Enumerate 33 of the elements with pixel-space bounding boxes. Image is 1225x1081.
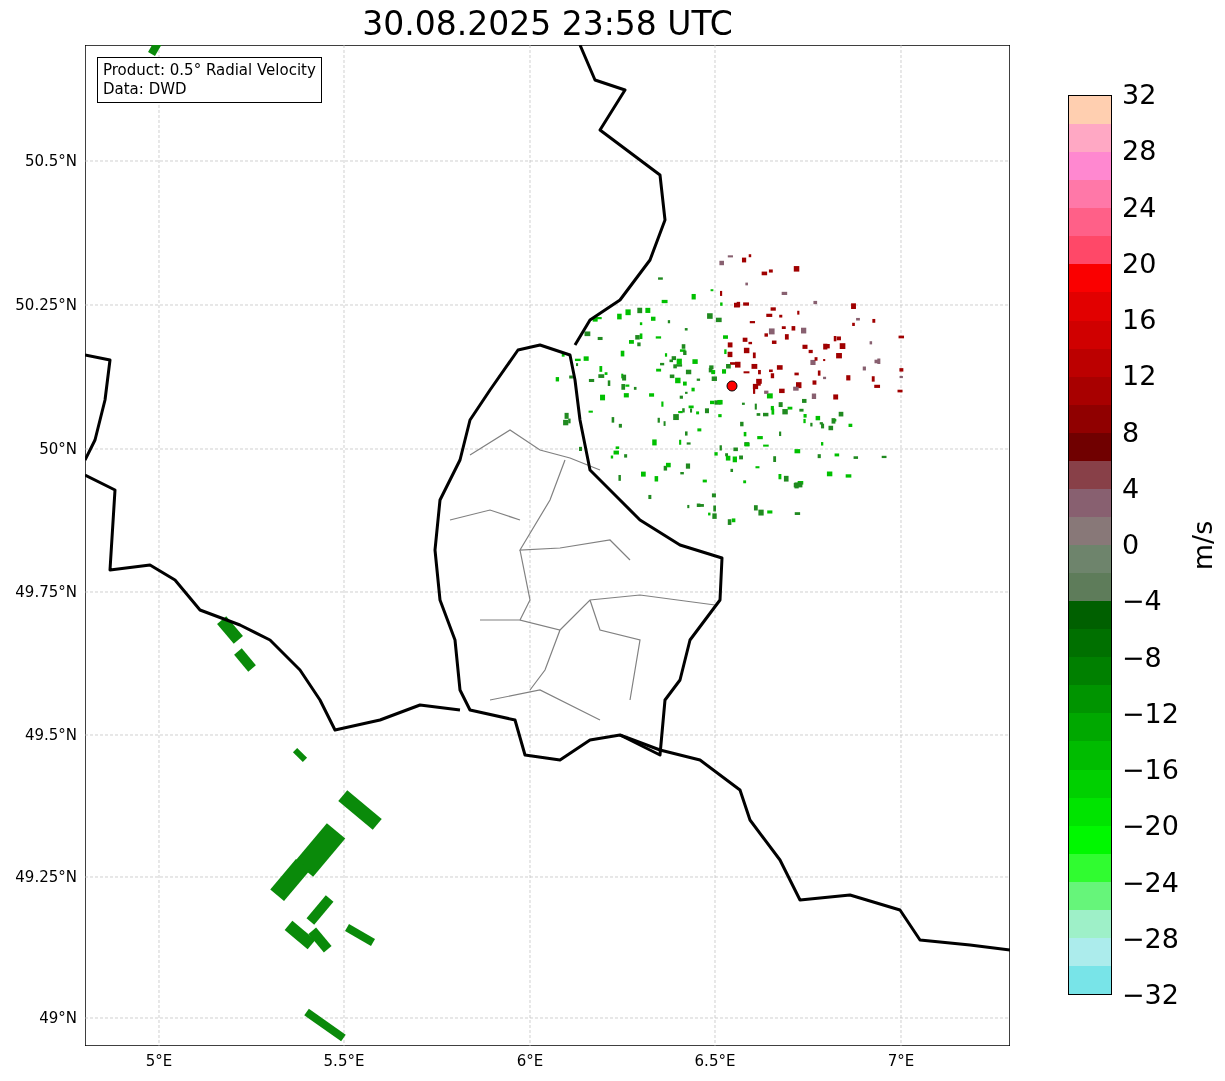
colorbar-tick-label: −16 [1122,755,1179,785]
latitude-label: 49.75°N [15,583,77,601]
colorbar-tick-label: −20 [1122,811,1179,842]
colorbar-tick-label: −28 [1122,923,1179,954]
colorbar-tick-label: 0 [1122,530,1141,560]
colorbar-tick-label: 4 [1122,473,1141,504]
colorbar-tick-label: 20 [1122,248,1158,279]
longitude-label: 7°E [887,1052,915,1070]
colorbar-tick-label: 24 [1122,192,1158,223]
longitude-label: 6°E [516,1052,544,1070]
colorbar-tick-label: 12 [1122,361,1158,392]
info-text: Product: 0.5° Radial Velocity [103,61,316,80]
longitude-label: 5.5°E [323,1052,365,1070]
colorbar-tick-label: −24 [1122,867,1179,898]
latitude-label: 50.5°N [24,152,77,170]
colorbar-unit-label: m/s [1187,520,1219,571]
longitude-label: 6.5°E [694,1052,736,1070]
colorbar-tick-label: −12 [1122,698,1179,729]
colorbar-tick-label: −4 [1122,586,1163,617]
colorbar-tick-label: 8 [1122,417,1141,448]
latitude-label: 49.25°N [15,868,77,886]
colorbar-tick-label: −32 [1122,980,1179,1010]
latitude-label: 49.5°N [24,726,77,744]
colorbar-tick-label: 16 [1122,305,1158,335]
latitude-label: 50.25°N [15,296,77,314]
colorbar-tick-label: 32 [1122,80,1158,110]
latitude-label: 50°N [39,440,77,458]
latitude-label: 49°N [39,1009,77,1027]
map-title: 30.08.2025 23:58 UTC [361,4,734,44]
info-text: Data: DWD [103,80,188,99]
colorbar-tick-label: −8 [1122,642,1163,673]
colorbar-tick-label: 28 [1122,136,1158,167]
longitude-label: 5°E [145,1052,173,1070]
